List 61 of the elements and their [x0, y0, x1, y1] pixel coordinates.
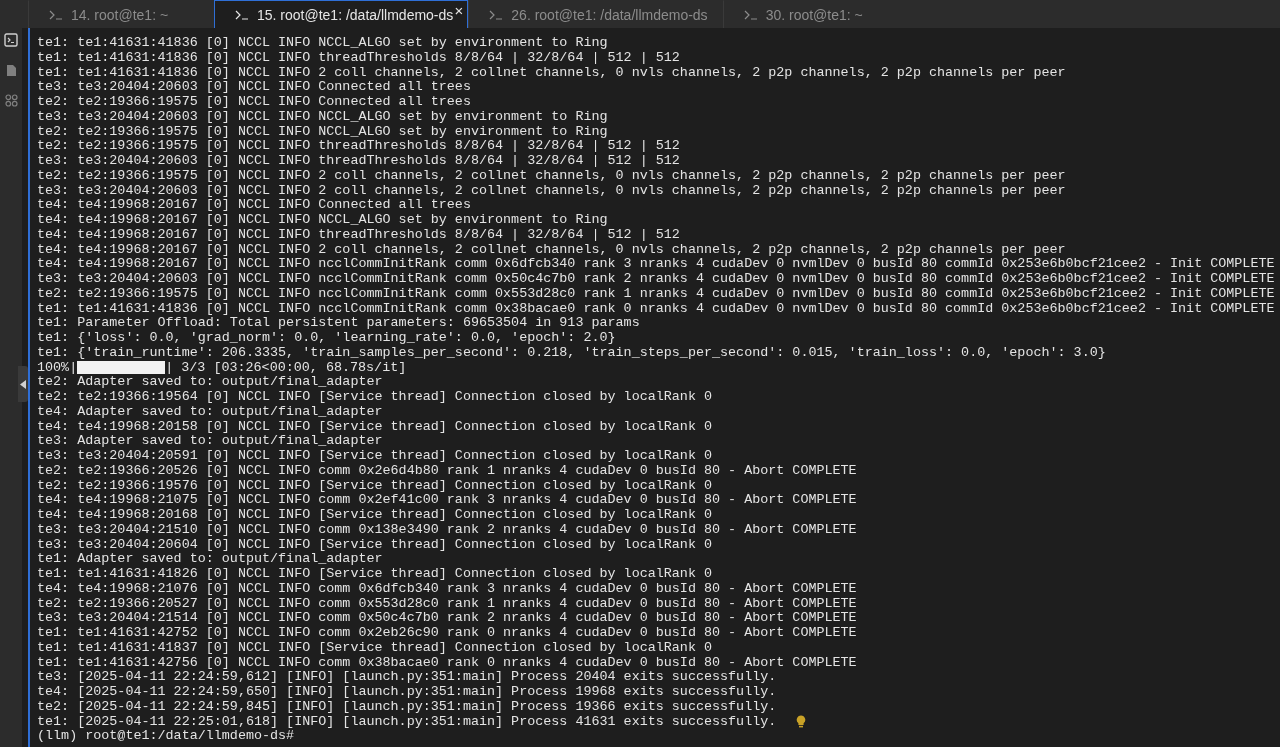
log-line: te1: Parameter Offload: Total persistent parameters: 69653504 in 913 params — [37, 316, 640, 331]
log-line: te3: te3:20404:20603 [0] NCCL INFO NCCL_ALGO set by environment to Ring — [37, 109, 608, 125]
log-line: te1: te1:41631:41836 [0] NCCL INFO NCCL_ALGO set by environment to Ring — [37, 36, 608, 51]
log-line: te4: te4:19968:21076 [0] NCCL INFO comm 0x6dfcb340 rank 3 nranks 4 cudaDev 0 busId 80 - Abort COMPLETE — [37, 581, 857, 597]
file-icon — [5, 63, 17, 77]
log-line: te1: {'train_runtime': 206.3335, 'train_samples_per_second': 0.218, 'train_steps_per_second': 0.015, 'train_loss': 0.0, 'epoch': 3.0} — [37, 345, 1106, 361]
log-line: te3: Adapter saved to: output/final_adapter — [37, 434, 383, 449]
prompt-icon — [743, 9, 758, 20]
log-line: te1: Adapter saved to: output/final_adapter — [37, 552, 383, 567]
log-line: te2: Adapter saved to: output/final_adapter — [37, 375, 383, 390]
log-line: te1: [2025-04-11 22:25:01,618] [INFO] [launch.py:351:main] Process 41631 exits successfully. — [37, 714, 777, 730]
log-line: te2: [2025-04-11 22:24:59,845] [INFO] [launch.py:351:main] Process 19366 exits successfully. — [37, 699, 777, 715]
log-line: te4: te4:19968:20168 [0] NCCL INFO [Service thread] Connection closed by localRank 0 — [37, 508, 712, 523]
log-line: te3: te3:20404:20603 [0] NCCL INFO ncclCommInitRank comm 0x50c4c7b0 rank 2 nranks 4 cudaDev 0 nvmlDev 0 busId 80 commId 0x253e6b0bcf21cee2 - Init COMPLETE — [37, 272, 1275, 287]
log-line: te4: Adapter saved to: output/final_adapter — [37, 404, 383, 420]
prompt-icon — [489, 9, 504, 20]
terminal-tab[interactable]: 15. root@te1: /data/llmdemo-ds× — [214, 0, 469, 28]
log-line: te1: te1:41631:41836 [0] NCCL INFO 2 coll channels, 2 collnet channels, 0 nvls channels, 2 p2p channels, 2 p2p channels per peer — [37, 65, 1066, 81]
log-line: te3: te3:20404:21510 [0] NCCL INFO comm 0x138e3490 rank 2 nranks 4 cudaDev 0 busId 80 - Abort COMPLETE — [37, 522, 857, 538]
log-line: te2: te2:19366:19575 [0] NCCL INFO ncclCommInitRank comm 0x553d28c0 rank 1 nranks 4 cudaDev 0 nvmlDev 0 busId 80 commId 0x253e6b0bcf21cee2 - Init COMPLETE — [37, 286, 1275, 302]
log-line: te1: {'loss': 0.0, 'grad_norm': 0.0, 'learning_rate': 0.0, 'epoch': 2.0} — [37, 331, 616, 346]
collapse-handle[interactable] — [18, 366, 28, 402]
progress-status: | 3/3 [03:26<00:00, 68.78s/it] — [165, 360, 407, 376]
caret-icon — [20, 379, 26, 389]
grid-icon — [4, 93, 18, 107]
log-line: te2: te2:19366:20527 [0] NCCL INFO comm 0x553d28c0 rank 1 nranks 4 cudaDev 0 busId 80 - Abort COMPLETE — [37, 596, 857, 612]
log-line: te1: te1:41631:42752 [0] NCCL INFO comm 0x2eb26c90 rank 0 nranks 4 cudaDev 0 busId 80 - Abort COMPLETE — [37, 626, 857, 641]
log-line: te3: te3:20404:21514 [0] NCCL INFO comm 0x50c4c7b0 rank 2 nranks 4 cudaDev 0 busId 80 - Abort COMPLETE — [37, 611, 857, 626]
log-line: te3: te3:20404:20603 [0] NCCL INFO Connected all trees — [37, 80, 471, 95]
terminal-icon — [4, 33, 18, 47]
log-line: te4: te4:19968:20158 [0] NCCL INFO [Service thread] Connection closed by localRank 0 — [37, 419, 712, 435]
log-line: te4: te4:19968:20167 [0] NCCL INFO Connected all trees — [37, 198, 471, 213]
close-icon[interactable]: × — [454, 2, 464, 19]
log-line: te1: te1:41631:41837 [0] NCCL INFO [Service thread] Connection closed by localRank 0 — [37, 640, 712, 656]
log-line: te4: te4:19968:20167 [0] NCCL INFO 2 coll channels, 2 collnet channels, 0 nvls channels, 2 p2p channels, 2 p2p channels per peer — [37, 242, 1066, 258]
log-line: te3: te3:20404:20604 [0] NCCL INFO [Service thread] Connection closed by localRank 0 — [37, 537, 712, 553]
log-line: te3: te3:20404:20603 [0] NCCL INFO threadThresholds 8/8/64 | 32/8/64 | 512 | 512 — [37, 154, 680, 169]
log-line: te3: te3:20404:20591 [0] NCCL INFO [Service thread] Connection closed by localRank 0 — [37, 449, 712, 464]
log-line: te2: te2:19366:19575 [0] NCCL INFO NCCL_ALGO set by environment to Ring — [37, 124, 608, 140]
log-line: te1: te1:41631:42756 [0] NCCL INFO comm 0x38bacae0 rank 0 nranks 4 cudaDev 0 busId 80 - Abort COMPLETE — [37, 655, 857, 671]
log-line: te4: te4:19968:21075 [0] NCCL INFO comm 0x2ef41c00 rank 3 nranks 4 cudaDev 0 busId 80 - Abort COMPLETE — [37, 493, 857, 508]
log-line: te4: te4:19968:20167 [0] NCCL INFO ncclCommInitRank comm 0x6dfcb340 rank 3 nranks 4 cudaDev 0 nvmlDev 0 busId 80 commId 0x253e6b0bcf21cee2 - Init COMPLETE — [37, 257, 1275, 272]
progress-percent: 100%| — [37, 360, 78, 376]
shell-prompt: (llm) root@te1:/data/llmdemo-ds# — [37, 729, 295, 744]
lightbulb-icon[interactable] — [796, 715, 807, 729]
log-line: te4: te4:19968:20167 [0] NCCL INFO NCCL_ALGO set by environment to Ring — [37, 213, 608, 228]
log-line: te4: te4:19968:20167 [0] NCCL INFO threadThresholds 8/8/64 | 32/8/64 | 512 | 512 — [37, 227, 680, 243]
log-line: te1: te1:41631:41836 [0] NCCL INFO ncclCommInitRank comm 0x38bacae0 rank 0 nranks 4 cudaDev 0 nvmlDev 0 busId 80 commId 0x253e6b0bcf21cee2 - Init COMPLETE — [37, 301, 1275, 317]
log-line: te1: te1:41631:41836 [0] NCCL INFO threadThresholds 8/8/64 | 32/8/64 | 512 | 512 — [37, 50, 680, 66]
log-line: te3: [2025-04-11 22:24:59,612] [INFO] [launch.py:351:main] Process 20404 exits successfully. — [37, 670, 777, 685]
log-line: te2: te2:19366:20526 [0] NCCL INFO comm 0x2e6d4b80 rank 1 nranks 4 cudaDev 0 busId 80 - Abort COMPLETE — [37, 463, 857, 479]
log-line: te2: te2:19366:19564 [0] NCCL INFO [Service thread] Connection closed by localRank 0 — [37, 390, 712, 405]
log-line: te2: te2:19366:19575 [0] NCCL INFO 2 coll channels, 2 collnet channels, 0 nvls channels, 2 p2p channels, 2 p2p channels per peer — [37, 168, 1066, 184]
log-line: te1: te1:41631:41826 [0] NCCL INFO [Service thread] Connection closed by localRank 0 — [37, 567, 712, 582]
log-line: te2: te2:19366:19576 [0] NCCL INFO [Service thread] Connection closed by localRank 0 — [37, 478, 712, 494]
prompt-icon — [235, 9, 249, 20]
log-line: te2: te2:19366:19575 [0] NCCL INFO Connected all trees — [37, 95, 471, 110]
log-line: te2: te2:19366:19575 [0] NCCL INFO threadThresholds 8/8/64 | 32/8/64 | 512 | 512 — [37, 139, 680, 154]
log-line: te3: te3:20404:20603 [0] NCCL INFO 2 coll channels, 2 collnet channels, 0 nvls channels, 2 p2p channels, 2 p2p channels per peer — [37, 183, 1066, 199]
log-line: te4: [2025-04-11 22:24:59,650] [INFO] [launch.py:351:main] Process 19968 exits successfully. — [37, 685, 777, 700]
prompt-icon — [49, 9, 63, 20]
